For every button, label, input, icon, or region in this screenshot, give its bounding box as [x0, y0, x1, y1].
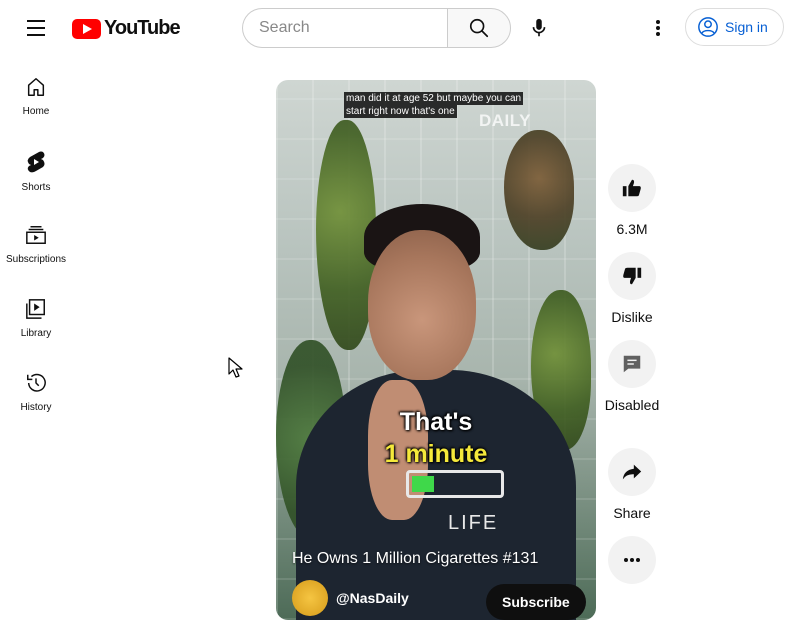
- dislike-button[interactable]: [608, 252, 656, 300]
- share-label: Share: [613, 505, 651, 521]
- share-button[interactable]: [608, 448, 656, 496]
- share-icon: [622, 464, 642, 480]
- voice-search-button[interactable]: [519, 8, 559, 48]
- sign-in-label: Sign in: [725, 19, 768, 35]
- share-action: Share: [608, 448, 656, 523]
- thumbs-down-icon: [623, 267, 642, 285]
- caption-line: start right now that's one: [344, 105, 457, 118]
- shirt-battery-graphic: [406, 470, 504, 498]
- channel-avatar[interactable]: [292, 580, 328, 616]
- like-action: 6.3M: [608, 164, 656, 239]
- shirt-text: LIFE: [448, 512, 499, 534]
- sidebar-item-subscriptions[interactable]: Subscriptions: [0, 204, 72, 278]
- sidebar-item-label: Subscriptions: [5, 254, 67, 265]
- video-overlay-highlight: 1 minute: [384, 440, 488, 468]
- menu-icon-line: [27, 20, 45, 22]
- sidebar-item-label: Home: [22, 106, 50, 117]
- like-button[interactable]: [608, 164, 656, 212]
- channel-name[interactable]: @NasDaily: [336, 590, 409, 606]
- mouse-cursor-icon: [228, 357, 243, 378]
- channel-row: @NasDaily: [292, 580, 409, 616]
- dislike-label: Dislike: [611, 309, 653, 325]
- sidebar-item-home[interactable]: Home: [0, 56, 72, 130]
- library-icon: [26, 299, 45, 319]
- home-icon: [27, 78, 45, 96]
- youtube-logo[interactable]: YouTube: [72, 17, 181, 40]
- youtube-logo-text: YouTube: [104, 17, 181, 39]
- microphone-icon: [532, 18, 546, 37]
- dislike-action: Dislike: [608, 252, 656, 327]
- masthead: YouTube Sign in: [0, 0, 800, 56]
- search-button[interactable]: [447, 8, 511, 48]
- video-watermark: DAILY: [479, 111, 531, 130]
- sidebar-item-label: Shorts: [21, 182, 51, 193]
- history-icon: [27, 373, 46, 392]
- sidebar-item-label: History: [20, 402, 52, 413]
- caption-line: man did it at age 52 but maybe you can: [344, 92, 524, 105]
- search-box: [242, 8, 448, 48]
- subscriptions-icon: [26, 226, 46, 244]
- comments-button[interactable]: [608, 340, 656, 388]
- settings-more-button[interactable]: [640, 10, 676, 46]
- comments-action: Disabled: [605, 340, 659, 415]
- youtube-logo-icon: [72, 18, 101, 39]
- sidebar-item-library[interactable]: Library: [0, 278, 72, 352]
- shorts-video-player[interactable]: LIFE man did it at age 52 but maybe you …: [276, 80, 596, 620]
- video-plant: [504, 130, 574, 250]
- more-actions: [608, 536, 656, 584]
- more-actions-button[interactable]: [608, 536, 656, 584]
- comment-icon: [623, 355, 641, 373]
- sidebar-item-shorts[interactable]: Shorts: [0, 130, 72, 204]
- account-icon: [698, 17, 718, 37]
- short-title[interactable]: He Owns 1 Million Cigarettes #131: [292, 550, 538, 568]
- search-icon: [469, 18, 489, 38]
- sign-in-button[interactable]: Sign in: [685, 8, 784, 46]
- video-overlay-text: That's: [399, 408, 473, 436]
- menu-icon-line: [27, 27, 45, 29]
- like-count: 6.3M: [616, 221, 648, 237]
- comments-label: Disabled: [604, 397, 660, 413]
- more-vertical-icon: [656, 20, 660, 36]
- subscribe-button[interactable]: Subscribe: [486, 584, 586, 620]
- guide-menu-button[interactable]: [20, 12, 52, 44]
- sidebar-item-label: Library: [20, 328, 52, 339]
- more-horizontal-icon: [624, 558, 640, 562]
- video-person-head: [368, 230, 476, 380]
- shorts-icon: [27, 151, 45, 173]
- thumbs-up-icon: [622, 179, 641, 197]
- sidebar-item-history[interactable]: History: [0, 352, 72, 426]
- search-input[interactable]: [259, 19, 439, 37]
- menu-icon-line: [27, 34, 45, 36]
